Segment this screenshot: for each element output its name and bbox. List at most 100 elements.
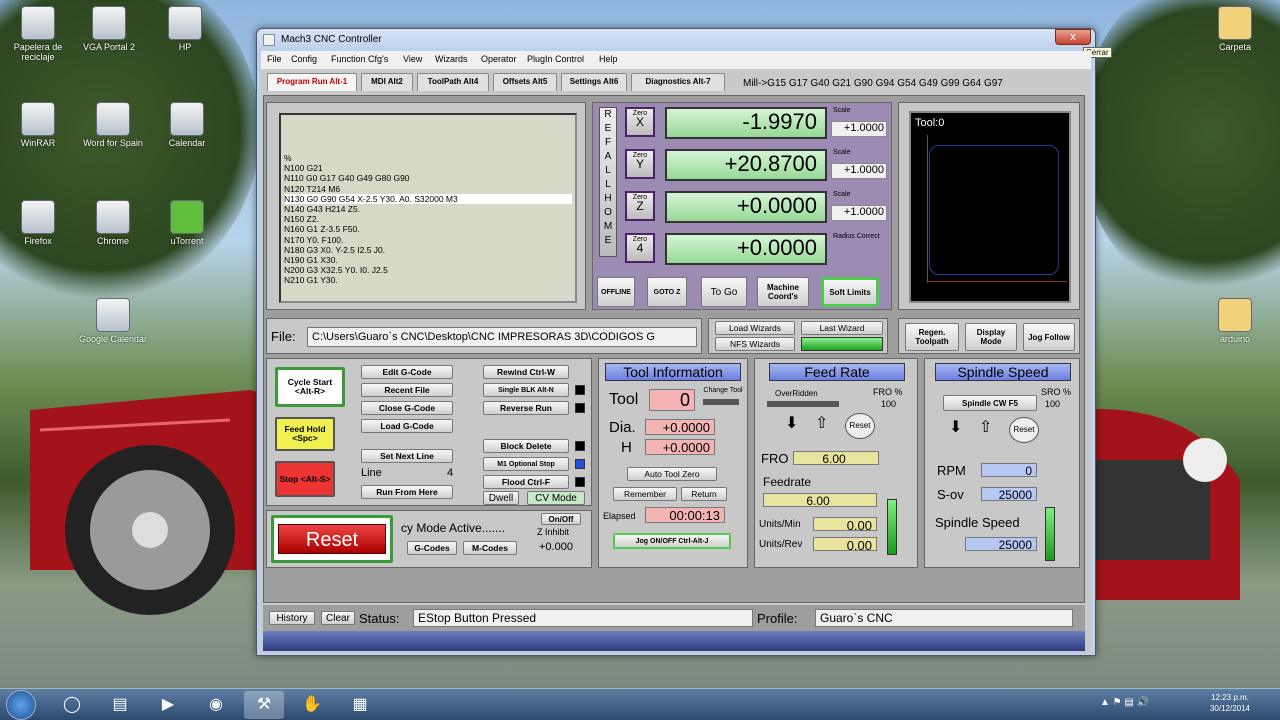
menu-help[interactable]: Help [599,54,618,64]
return-button[interactable]: Return [681,487,727,501]
cycle-start-button[interactable]: Cycle Start <Alt-R> [275,367,345,407]
menu-file[interactable]: File [267,54,282,64]
flood-button[interactable]: Flood Ctrl-F [483,475,569,489]
gcode-listing[interactable]: % N100 G21 N110 G0 G17 G40 G49 G80 G90 N120… [279,113,577,303]
load-gcode-button[interactable]: Load G-Code [361,419,453,433]
tab-program-run[interactable]: Program Run Alt-1 [267,73,357,91]
tab-offsets[interactable]: Offsets Alt5 [493,73,557,91]
rewind-button[interactable]: Rewind Ctrl-W [483,365,569,379]
auto-tool-zero-button[interactable]: Auto Tool Zero [627,467,717,481]
tab-toolpath[interactable]: ToolPath Alt4 [417,73,489,91]
jog-follow-button[interactable]: Jog Follow [1023,323,1075,351]
zero-y-button[interactable]: Zero Y [625,149,655,179]
system-tray[interactable]: ▲ ⚑ ▤ 🔊 [1100,697,1149,708]
display-mode-button[interactable]: Display Mode [965,323,1017,351]
zero-z-button[interactable]: Zero Z [625,191,655,221]
mcodes-button[interactable]: M-Codes [463,541,517,555]
reverse-run-button[interactable]: Reverse Run [483,401,569,415]
zero-x-button[interactable]: Zero X [625,107,655,137]
sro-up-icon[interactable]: ⇧ [979,419,997,437]
clock[interactable]: 12:23 p.m. 30/12/2014 [1200,692,1260,714]
media-player-icon[interactable]: ▶ [148,691,188,719]
clear-button[interactable]: Clear [321,611,355,625]
gcode-line[interactable]: N170 Y0. F100. [284,235,572,245]
m1-optional-stop-button[interactable]: M1 Optional Stop [483,457,569,471]
sro-down-icon[interactable]: ⬇ [949,419,967,437]
run-from-here-button[interactable]: Run From Here [361,485,453,499]
desktop-icon-utorrent[interactable]: uTorrent [152,200,222,246]
calculator-icon[interactable]: ▦ [340,691,380,719]
last-wizard-button[interactable]: Last Wizard [801,321,883,335]
reset-button[interactable]: Reset [278,524,386,554]
on-off-button[interactable]: On/Off [541,513,581,525]
fro-down-icon[interactable]: ⬇ [785,415,803,433]
dro-y[interactable]: +20.8700 [665,149,827,181]
spindle-cw-button[interactable]: Spindle CW F5 [943,395,1037,411]
mach3-taskbar-icon[interactable]: ⚒ [244,691,284,719]
gcode-line[interactable]: N150 Z2. [284,214,572,224]
tab-settings[interactable]: Settings Alt6 [561,73,627,91]
menu-function-cfg[interactable]: Function Cfg's [331,54,388,64]
tab-diagnostics[interactable]: Diagnostics Alt-7 [631,73,725,91]
desktop-icon-folder[interactable]: Carpeta [1200,6,1270,52]
gcode-line[interactable]: N190 G1 X30. [284,255,572,265]
start-button[interactable] [6,690,36,720]
close-gcode-button[interactable]: Close G-Code [361,401,453,415]
close-button[interactable]: x [1055,29,1091,45]
menu-operator[interactable]: Operator [481,54,517,64]
desktop-icon-chrome[interactable]: Chrome [78,200,148,246]
edit-gcode-button[interactable]: Edit G-Code [361,365,453,379]
gcodes-button[interactable]: G-Codes [407,541,457,555]
dro-x[interactable]: -1.9970 [665,107,827,139]
explorer-icon[interactable]: ▤ [100,691,140,719]
gcode-line[interactable]: N130 G0 G90 G54 X-2.5 Y30. A0. S32000 M3 [284,193,572,205]
menu-view[interactable]: View [403,54,422,64]
desktop-icon-firefox[interactable]: Firefox [3,200,73,246]
ref-all-home-button[interactable]: REFALLHOME [599,107,617,257]
gcode-line[interactable]: N160 G1 Z-3.5 F50. [284,224,572,234]
cv-mode-button[interactable]: CV Mode [527,491,585,505]
desktop-icon-recycle[interactable]: Papelera de reciclaje [3,6,73,62]
gcode-line[interactable]: N140 G43 H214 Z5. [284,204,572,214]
menu-plugin-control[interactable]: PlugIn Control [527,54,584,64]
remember-button[interactable]: Remember [613,487,677,501]
gcode-line[interactable]: % [284,153,572,163]
machine-coords-button[interactable]: Machine Coord's [757,277,809,307]
zero-4-button[interactable]: Zero 4 [625,233,655,263]
jog-toggle-button[interactable]: Jog ON/OFF Ctrl-Alt-J [613,533,731,549]
dro-4[interactable]: +0.0000 [665,233,827,265]
regen-toolpath-button[interactable]: Regen. Toolpath [905,323,959,351]
nfs-wizards-button[interactable]: NFS Wizards [715,337,795,351]
chrome-icon[interactable]: ◉ [196,691,236,719]
recent-file-button[interactable]: Recent File [361,383,453,397]
gcode-line[interactable]: N120 T214 M6 [284,184,572,194]
fro-up-icon[interactable]: ⇧ [815,415,833,433]
goto-z-button[interactable]: GOTO Z [647,277,687,307]
desktop-icon-vga[interactable]: VGA Portal 2 [74,6,144,52]
dro-z[interactable]: +0.0000 [665,191,827,223]
load-wizards-button[interactable]: Load Wizards [715,321,795,335]
menu-wizards[interactable]: Wizards [435,54,468,64]
offline-button[interactable]: OFFLINE [597,277,635,307]
ie-icon[interactable]: ◯ [52,691,92,719]
desktop-icon-word[interactable]: Word for Spain [78,102,148,148]
single-blk-button[interactable]: Single BLK Alt-N [483,383,569,397]
history-button[interactable]: History [269,611,315,625]
gcode-line[interactable]: N100 G21 [284,163,572,173]
tab-mdi[interactable]: MDI Alt2 [361,73,413,91]
gcode-line[interactable]: N180 G3 X0. Y-2.5 I2.5 J0. [284,245,572,255]
desktop-icon-hp[interactable]: HP [150,6,220,52]
to-go-button[interactable]: To Go [701,277,747,307]
gcode-line[interactable]: N210 G1 Y30. [284,275,572,285]
gcode-line[interactable]: N200 G3 X32.5 Y0. I0. J2.5 [284,265,572,275]
sro-reset-button[interactable]: Reset [1009,417,1039,443]
desktop-icon-arduino[interactable]: arduino [1200,298,1270,344]
feed-hold-button[interactable]: Feed Hold <Spc> [275,417,335,451]
block-delete-button[interactable]: Block Delete [483,439,569,453]
gcode-line[interactable]: N110 G0 G17 G40 G49 G80 G90 [284,173,572,183]
app-icon-glove[interactable]: ✋ [292,691,332,719]
dwell-button[interactable]: Dwell [483,491,519,505]
fro-reset-button[interactable]: Reset [845,413,875,439]
menu-config[interactable]: Config [291,54,317,64]
desktop-icon-gcal[interactable]: Google Calendar [78,298,148,344]
